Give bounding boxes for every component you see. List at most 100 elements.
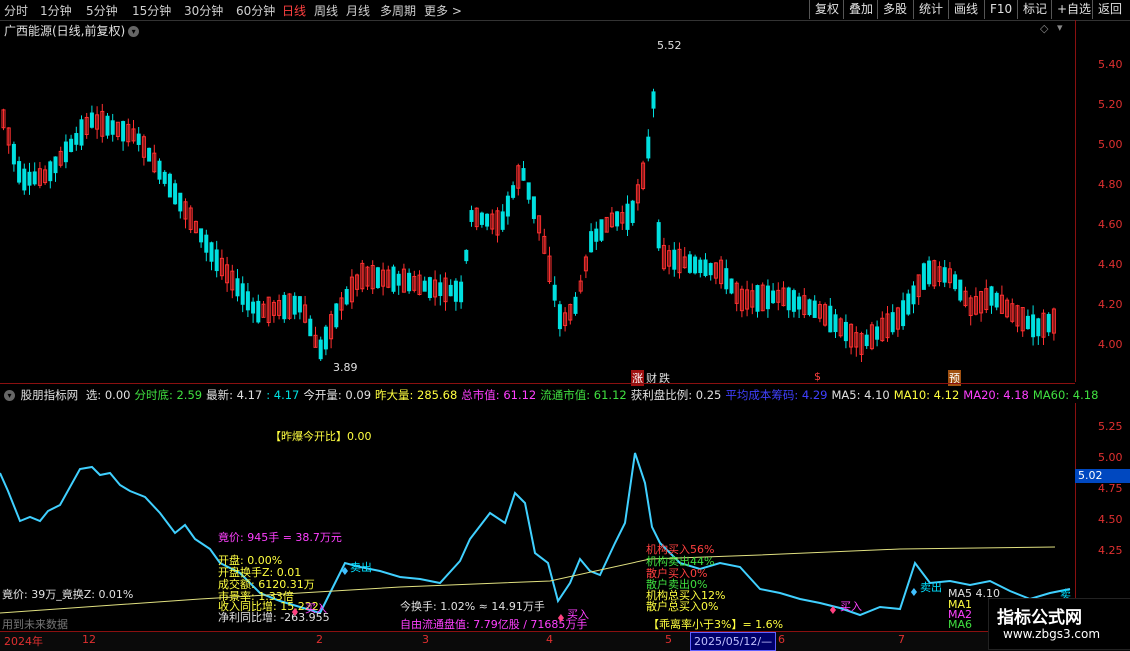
logo-line1: 指标公式网 (997, 608, 1082, 628)
date-label: 2 (316, 633, 323, 646)
sanhu-zong-label: 散户总买入0% (646, 600, 719, 613)
tf-60min[interactable]: 60分钟 (236, 2, 275, 19)
buy-signal-2: 买入 (567, 608, 589, 621)
candle-body (79, 119, 84, 146)
candle-body (136, 133, 141, 145)
candle-body (438, 282, 443, 297)
candle-body (791, 290, 796, 312)
indicator-item: 选: 0.00 (85, 388, 131, 402)
tf-fenshi[interactable]: 分时 (4, 2, 28, 19)
candle-body (69, 138, 74, 152)
candle-body (448, 284, 453, 297)
candle-body (407, 272, 412, 292)
candle-body (651, 91, 656, 109)
indicator-item: 获利盘比例: 0.25 (630, 388, 722, 402)
candle-body (251, 301, 256, 314)
ma6-label: MA6 (948, 618, 973, 631)
candle-body (162, 171, 167, 184)
candle-body (74, 133, 79, 145)
candle-body (422, 280, 427, 292)
indicator-item: 总市值: 61.12 (461, 388, 537, 402)
candle-body (511, 185, 516, 198)
low-price-label: 3.89 (333, 361, 358, 374)
candle-body (526, 182, 531, 200)
sell-signal-2: 卖出 (920, 581, 942, 594)
candle-body (427, 277, 432, 299)
candle-body (17, 161, 22, 183)
candle-body (687, 254, 692, 273)
candle-body (505, 195, 510, 217)
diamond-icon: ♦ (828, 604, 838, 617)
tf-weekly[interactable]: 周线 (314, 2, 338, 19)
tf-more[interactable]: 更多 > (424, 2, 462, 19)
candle-body (875, 326, 880, 340)
candle-body (698, 259, 703, 274)
candle-body (708, 263, 713, 276)
candle-body (214, 249, 219, 272)
candle-body (599, 219, 604, 241)
candle-body (807, 299, 812, 316)
fuquan-button[interactable]: 复权 (809, 0, 844, 19)
candle-body (469, 210, 474, 222)
chevron-down-icon[interactable]: ▾ (4, 390, 15, 401)
date-label: 6 (778, 633, 785, 646)
buy-signal-3: 买入 (840, 600, 862, 613)
candle-body (157, 160, 162, 180)
tf-5min[interactable]: 5分钟 (86, 2, 118, 19)
candle-body (178, 192, 183, 212)
candle-body (786, 287, 791, 311)
candle-body (953, 274, 958, 290)
huaxian-button[interactable]: 画线 (948, 0, 983, 19)
date-label: 4 (546, 633, 553, 646)
candle-body (942, 267, 947, 283)
candle-body (531, 196, 536, 219)
date-label: 5 (665, 633, 672, 646)
candle-body (147, 147, 152, 162)
high-price-label: 5.52 (657, 39, 682, 52)
candle-body (464, 249, 469, 262)
guaili-label: 【乖离率小于3%】= 1.6% (648, 618, 784, 631)
diejia-button[interactable]: 叠加 (843, 0, 878, 19)
indicator-header: ▾ 股朋指标网 选: 0.00 分时底: 2.59 最新: 4.17: 4.17 今开… (0, 387, 1106, 403)
f10-button[interactable]: F10 (984, 0, 1017, 19)
candle-body (344, 289, 349, 305)
candle-body (256, 300, 261, 323)
candle-body (656, 222, 661, 249)
jingjia-left-label: 竟价: 39万_竟换Z: 0.01% (2, 588, 134, 601)
indicator-name[interactable]: 股朋指标网 (21, 388, 79, 402)
candle-body (594, 228, 599, 242)
candle-body (693, 256, 698, 274)
jingjia-label: 竟价: 945手 = 38.7万元 (218, 531, 342, 544)
candle-body (646, 136, 651, 159)
tf-15min[interactable]: 15分钟 (132, 2, 171, 19)
candle-body (890, 312, 895, 333)
tf-daily[interactable]: 日线 (282, 2, 306, 19)
candle-body (630, 200, 635, 223)
tf-1min[interactable]: 1分钟 (40, 2, 72, 19)
date-label: 12 (82, 633, 96, 646)
indicator-item: 分时底: 2.59 (134, 388, 203, 402)
site-logo: 指标公式网 www.zbgs3.com (988, 598, 1130, 650)
duogu-button[interactable]: 多股 (877, 0, 912, 19)
candle-body (167, 173, 172, 198)
candle-body (292, 295, 297, 315)
candle-body (927, 260, 932, 285)
candle-body (994, 292, 999, 308)
tf-monthly[interactable]: 月线 (346, 2, 370, 19)
date-cursor[interactable]: 2025/05/12/— (690, 632, 777, 651)
tf-multi[interactable]: 多周期 (380, 2, 416, 19)
price-tick-label: 4.20 (1098, 298, 1123, 311)
candle-body (479, 212, 484, 225)
indicator-tick-label: 5.25 (1098, 420, 1123, 433)
tf-30min[interactable]: 30分钟 (184, 2, 223, 19)
event-dollar[interactable]: $ (814, 370, 821, 383)
diamond-icon: ♦ (340, 565, 350, 578)
zixuan-button[interactable]: +自选 (1051, 0, 1096, 19)
biaoji-button[interactable]: 标记 (1017, 0, 1052, 19)
tongji-button[interactable]: 统计 (913, 0, 948, 19)
candle-body (245, 291, 250, 311)
date-label: 3 (422, 633, 429, 646)
candle-body (552, 284, 557, 301)
candle-body (521, 168, 526, 181)
back-button[interactable]: 返回 (1092, 0, 1127, 19)
